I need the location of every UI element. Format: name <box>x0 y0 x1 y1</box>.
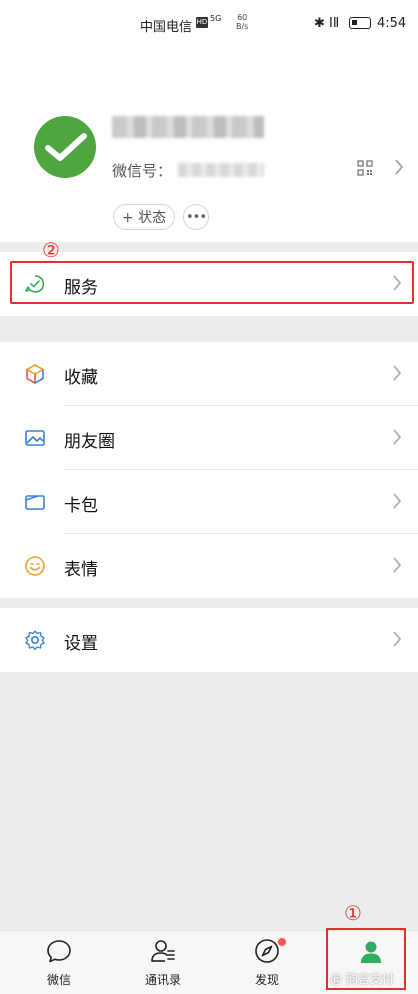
menu-label-cards: 卡包 <box>64 496 98 516</box>
menu-label-stickers: 表情 <box>64 560 98 580</box>
tab-label-discover: 发现 <box>254 973 279 987</box>
unread-dot-badge <box>278 938 286 946</box>
chevron-right-icon <box>393 631 402 647</box>
wechat-id-label: 微信号： <box>112 162 173 180</box>
chevron-right-icon <box>393 365 402 381</box>
moments-image-icon <box>25 430 45 446</box>
menu-label-moments: 朋友圈 <box>64 432 115 452</box>
speed-value: 60 <box>237 13 248 22</box>
tab-label-chats: 微信 <box>46 973 71 987</box>
signal-icon: 5G <box>210 14 222 23</box>
chevron-right-icon <box>393 557 402 573</box>
chevron-right-icon <box>395 159 404 175</box>
status-bar: 中国电信 HD 5G 60 B/s ✱ ⅠⅡ 4:54 <box>0 0 418 50</box>
menu-item-stickers[interactable]: 表情 <box>0 534 418 598</box>
menu-item-cards[interactable]: 卡包 <box>0 470 418 534</box>
battery-icon <box>349 17 371 29</box>
step-2-marker: ② <box>42 238 60 262</box>
avatar[interactable] <box>34 116 96 178</box>
menu-item-settings[interactable]: 设置 <box>0 608 418 672</box>
qr-code-icon[interactable] <box>357 160 373 176</box>
services-highlight-box <box>10 261 414 304</box>
menu-item-moments[interactable]: 朋友圈 <box>0 406 418 470</box>
wechat-id-blurred <box>178 163 264 177</box>
status-button[interactable]: + 状态 <box>113 204 175 230</box>
hd-icon: HD <box>196 17 208 28</box>
tab-discover[interactable]: 发现 <box>215 931 319 994</box>
carrier-name: 中国电信 <box>140 20 193 35</box>
smiley-icon <box>25 556 45 576</box>
chevron-right-icon <box>393 429 402 445</box>
contacts-icon <box>151 940 175 962</box>
gear-icon <box>25 630 45 651</box>
menu-item-favorites[interactable]: 收藏 <box>0 342 418 406</box>
card-wallet-icon <box>25 495 45 510</box>
chevron-right-icon <box>393 493 402 509</box>
speed-unit: B/s <box>236 22 249 31</box>
profile-header[interactable]: 微信号： + 状态 ••• <box>0 50 418 242</box>
network-speed: 60 B/s <box>236 13 248 31</box>
tab-chats[interactable]: 微信 <box>7 931 111 994</box>
favorites-cube-icon <box>26 364 44 384</box>
menu-label-favorites: 收藏 <box>64 368 98 388</box>
clock: 4:54 <box>377 16 407 31</box>
nickname-blurred <box>112 116 264 138</box>
bluetooth-vibrate-icons: ✱ ⅠⅡ <box>314 16 340 31</box>
compass-icon <box>255 939 279 963</box>
more-button[interactable]: ••• <box>183 204 209 230</box>
check-logo-icon <box>45 133 87 161</box>
chat-bubble-icon <box>47 940 71 963</box>
menu-label-settings: 设置 <box>64 634 98 654</box>
me-screen: 中国电信 HD 5G 60 B/s ✱ ⅠⅡ 4:54 微信号： + 状态 ••• <box>0 0 418 994</box>
tab-label-contacts: 通讯录 <box>144 973 181 987</box>
tab-contacts[interactable]: 通讯录 <box>111 931 215 994</box>
watermark: @ 韵言支付 <box>330 972 394 986</box>
step-1-marker: ① <box>344 901 362 925</box>
